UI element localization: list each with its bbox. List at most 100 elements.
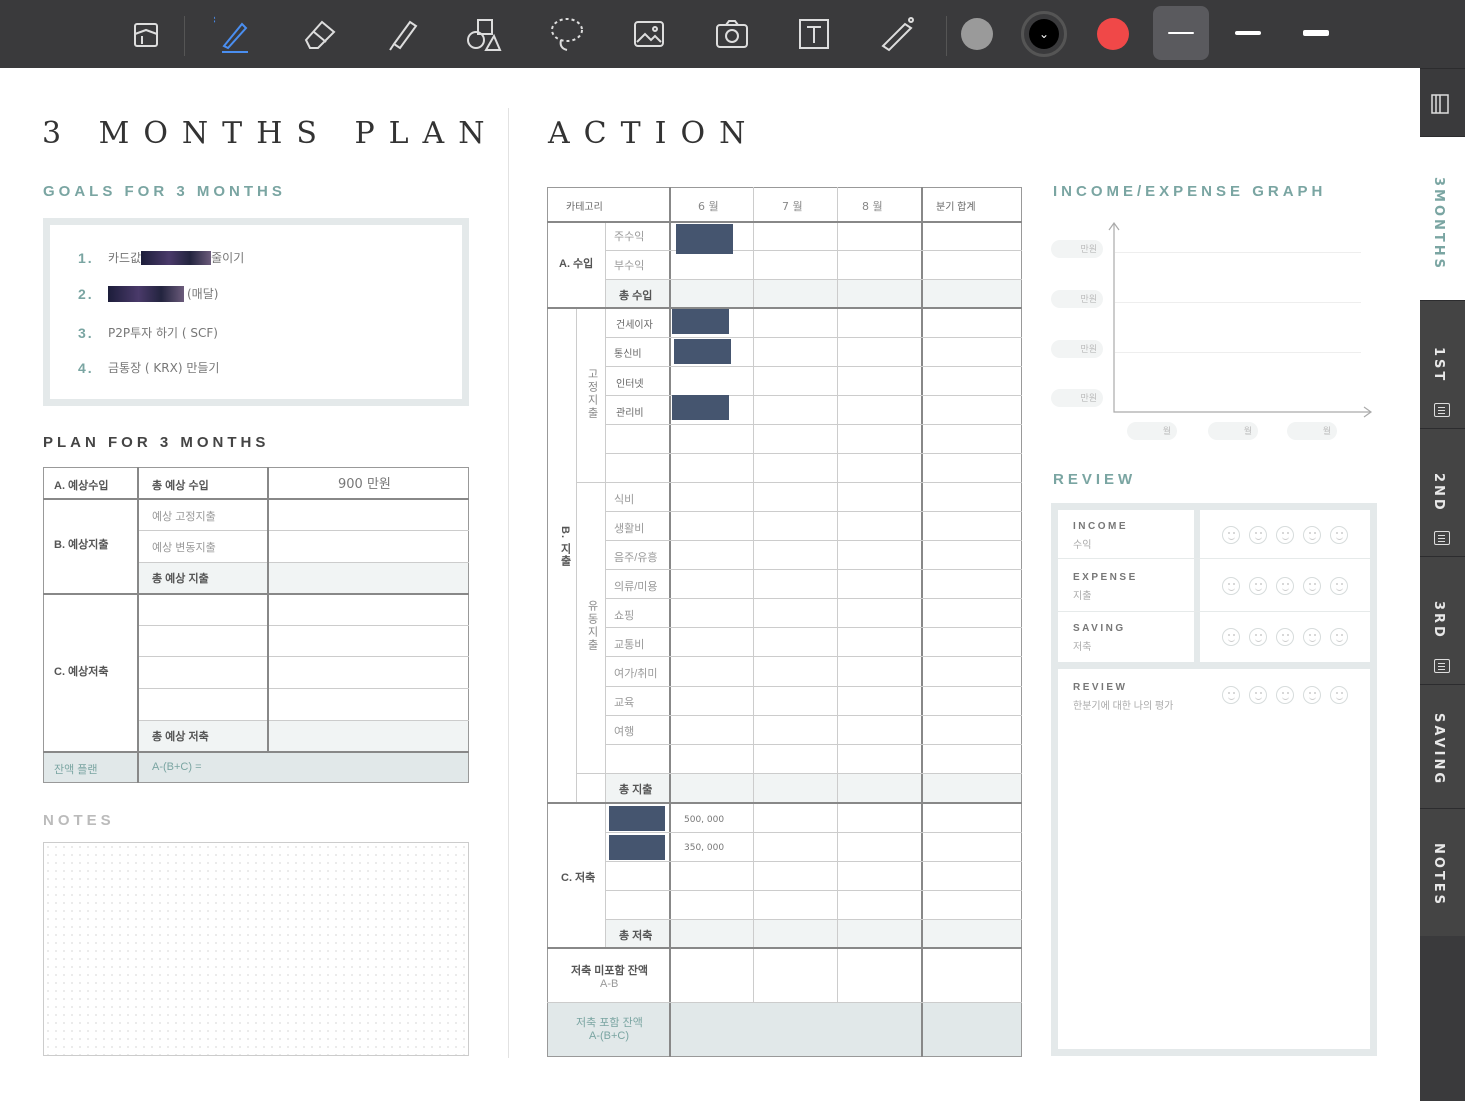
rating-smiley-icon[interactable]: [1222, 577, 1240, 595]
rating-smiley-icon[interactable]: [1276, 577, 1294, 595]
list-icon: [1434, 531, 1450, 545]
tab-saving-label: SAVING: [1431, 713, 1446, 786]
variable-row: 여가/취미: [614, 668, 658, 680]
tab-saving[interactable]: SAVING: [1420, 684, 1465, 808]
goal-item: 1. 카드값 줄이기: [78, 249, 245, 266]
plan-expense-label: B. 예상지출: [54, 539, 109, 551]
tab-2nd[interactable]: 2ND: [1420, 428, 1465, 556]
review-saving-title: SAVING: [1073, 623, 1126, 634]
review-expense-sub: 지출: [1073, 591, 1092, 602]
rating-smiley-icon[interactable]: [1276, 628, 1294, 646]
review-box[interactable]: INCOME 수익 EXPENSE 지출 SAVING 저축 REVIEW 한분…: [1051, 503, 1377, 1056]
image-icon[interactable]: [625, 10, 673, 58]
review-overall-sub: 한분기에 대한 나의 평가: [1073, 701, 1174, 712]
rating-smiley-icon[interactable]: [1222, 628, 1240, 646]
fixed-row: 통신비: [614, 349, 642, 360]
rating-smiley-icon[interactable]: [1222, 686, 1240, 704]
notes-area[interactable]: [43, 842, 469, 1056]
fixed-row: 건세이자: [616, 320, 653, 331]
plan-saving-total-label: 총 예상 저축: [152, 731, 209, 743]
redacted-block: [674, 339, 731, 364]
rating-smiley-icon[interactable]: [1276, 686, 1294, 704]
balance-excl-saving-formula: A-B: [600, 978, 619, 990]
rating-smiley-icon[interactable]: [1276, 526, 1294, 544]
saving-value: 350, 000: [684, 843, 725, 853]
review-expense-title: EXPENSE: [1073, 572, 1138, 583]
rating-smiley-icon[interactable]: [1330, 577, 1348, 595]
expense-label: B. 지출: [559, 526, 571, 568]
goals-box[interactable]: 1. 카드값 줄이기 2. (매달) 3. P2P투자 하기 ( SCF) 4.…: [43, 218, 469, 406]
variable-row: 생활비: [614, 523, 645, 535]
tab-3rd-label: 3RD: [1431, 601, 1446, 640]
highlighter-icon[interactable]: [378, 10, 426, 58]
rating-smiley-icon[interactable]: [1249, 628, 1267, 646]
color-black-swatch-selected[interactable]: ⌄: [1021, 11, 1067, 57]
variable-row: 교통비: [614, 639, 645, 651]
laser-pointer-icon[interactable]: [873, 10, 921, 58]
goal-item: 2. (매달): [78, 285, 219, 302]
balance-incl-saving-label: 저축 포함 잔액: [576, 1017, 643, 1029]
shapes-icon[interactable]: [460, 10, 508, 58]
text-tool-icon[interactable]: [790, 10, 838, 58]
redacted-block: [672, 395, 729, 420]
redacted-block: [609, 806, 665, 831]
variable-row: 쇼핑: [614, 610, 635, 622]
tab-1st[interactable]: 1ST: [1420, 300, 1465, 428]
income-total-label: 총 수입: [619, 290, 653, 302]
variable-row: 식비: [614, 494, 635, 506]
balance-excl-saving-label: 저축 미포함 잔액: [571, 965, 648, 977]
rating-smiley-icon[interactable]: [1249, 686, 1267, 704]
page-title: 3 MONTHS PLAN: [42, 116, 499, 151]
header-category: 카테고리: [566, 202, 603, 213]
plan-variable-expense-label: 예상 변동지출: [152, 542, 216, 554]
rating-smiley-icon[interactable]: [1249, 526, 1267, 544]
rating-smiley-icon[interactable]: [1303, 577, 1321, 595]
eraser-icon[interactable]: [296, 10, 344, 58]
tab-notes[interactable]: NOTES: [1420, 808, 1465, 936]
lasso-icon[interactable]: [543, 10, 591, 58]
pen-icon[interactable]: ✱: [210, 10, 258, 58]
goals-title: GOALS FOR 3 MONTHS: [43, 183, 286, 200]
rating-smiley-icon[interactable]: [1303, 628, 1321, 646]
variable-row: 의류/미용: [614, 581, 658, 593]
graph-title: INCOME/EXPENSE GRAPH: [1053, 183, 1327, 200]
tab-3rd[interactable]: 3RD: [1420, 556, 1465, 684]
tab-3months[interactable]: 3MONTHS: [1420, 136, 1465, 300]
rating-smiley-icon[interactable]: [1330, 686, 1348, 704]
stroke-medium-button[interactable]: [1220, 6, 1276, 60]
rating-smiley-icon[interactable]: [1303, 526, 1321, 544]
rating-smiley-icon[interactable]: [1330, 526, 1348, 544]
stroke-thin-button[interactable]: [1153, 6, 1209, 60]
saving-label: C. 저축: [561, 872, 596, 884]
redacted-block: [676, 224, 733, 254]
rating-smiley-icon[interactable]: [1249, 577, 1267, 595]
header-month-8: 8 월: [862, 200, 883, 213]
notebook-tab[interactable]: [1420, 68, 1465, 136]
review-overall-title: REVIEW: [1073, 682, 1128, 693]
redacted-block: [609, 835, 665, 860]
balance-incl-saving-formula: A-(B+C): [589, 1030, 630, 1042]
tab-2nd-label: 2ND: [1431, 473, 1446, 513]
page-settings-icon[interactable]: [122, 10, 170, 58]
rating-smiley-icon[interactable]: [1303, 686, 1321, 704]
plan-income-label: A. 예상수입: [54, 480, 109, 492]
color-gray-swatch[interactable]: [961, 18, 993, 50]
plan-saving-label: C. 예상저축: [54, 666, 109, 678]
variable-row: 음주/유흥: [614, 552, 658, 564]
variable-row: 여행: [614, 726, 635, 738]
plan-balance-formula: A-(B+C) =: [152, 761, 202, 773]
svg-text:✱: ✱: [214, 14, 216, 27]
saving-value: 500, 000: [684, 815, 725, 825]
income-row-side: 부수익: [614, 260, 645, 272]
rating-smiley-icon[interactable]: [1222, 526, 1240, 544]
rating-smiley-icon[interactable]: [1330, 628, 1348, 646]
variable-expense-label: 유동지출: [586, 600, 598, 652]
review-income-title: INCOME: [1073, 521, 1128, 532]
notes-title: NOTES: [43, 812, 115, 829]
plan-income-value: 900 만원: [338, 477, 391, 492]
notebook-icon: [1431, 94, 1449, 114]
camera-icon[interactable]: [708, 10, 756, 58]
stroke-thick-button[interactable]: [1288, 6, 1344, 60]
toolbar: ✱ ⌄: [0, 0, 1465, 68]
color-red-swatch[interactable]: [1097, 18, 1129, 50]
